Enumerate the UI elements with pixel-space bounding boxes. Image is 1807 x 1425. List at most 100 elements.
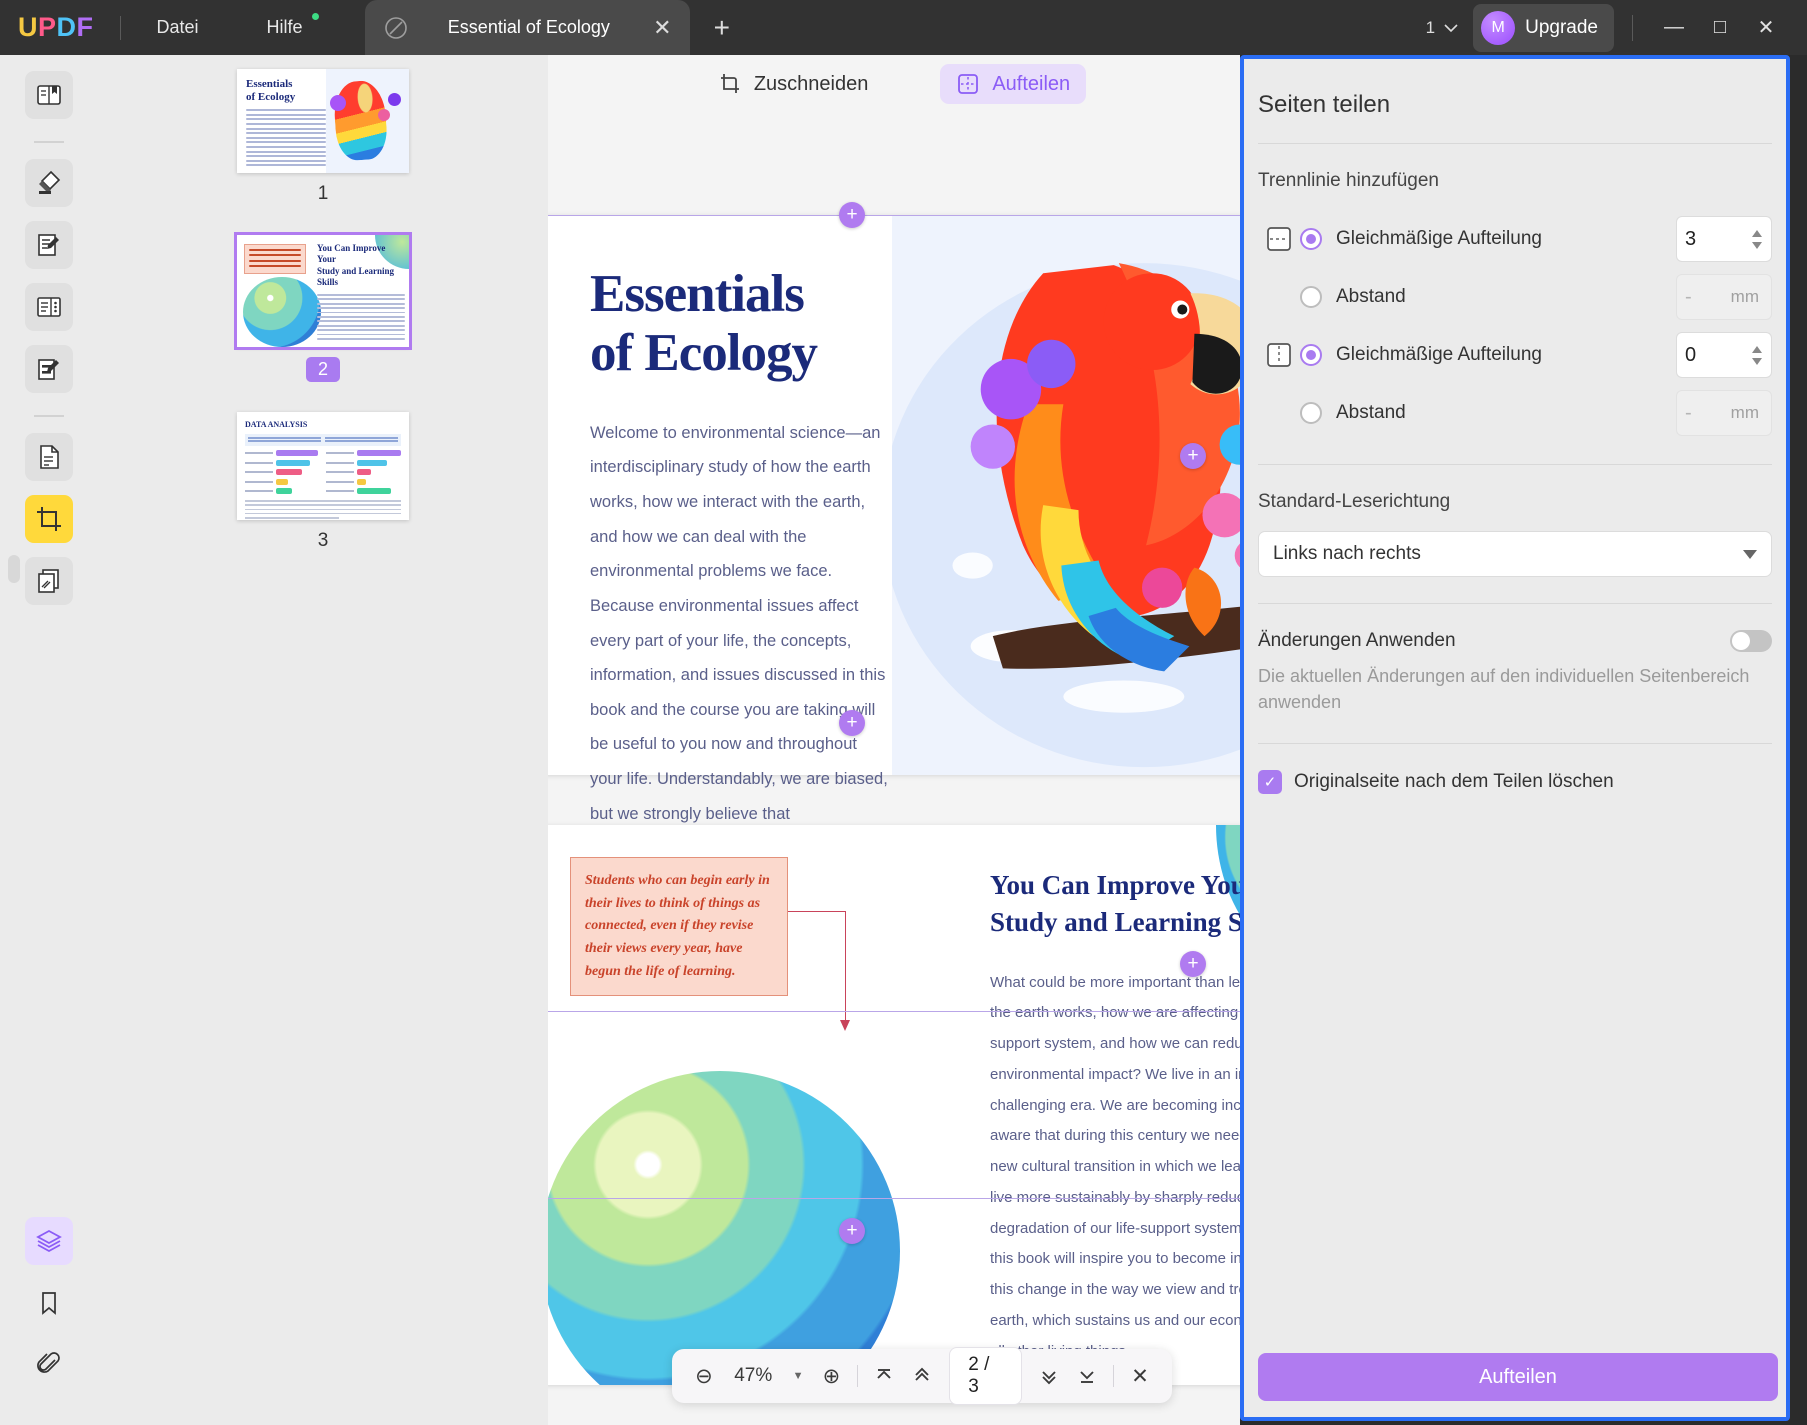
tab-close-icon[interactable]: ✕ <box>653 16 671 39</box>
page-indicator[interactable]: 2 / 3 <box>950 1348 1022 1404</box>
viewer-toolbar[interactable]: ⊖ 47% ▼ ⊕ 2 / 3 ✕ <box>672 1348 1172 1404</box>
sidebar-item-batch[interactable] <box>25 557 73 605</box>
upgrade-button[interactable]: M Upgrade <box>1473 3 1614 52</box>
document-page-1[interactable]: Essentials of Ecology Welcome to environ… <box>548 215 1240 892</box>
split-confirm-button[interactable]: Aufteilen <box>1258 1353 1778 1401</box>
sidebar-item-attachment[interactable] <box>25 1341 73 1389</box>
page1-text-column: Essentials of Ecology Welcome to environ… <box>548 215 892 892</box>
vertical-even-radio[interactable] <box>1300 344 1322 366</box>
document-toolbar: Zuschneiden Aufteilen <box>548 55 1240 113</box>
thumb2-globe <box>243 277 321 347</box>
minimize-button[interactable]: — <box>1651 11 1697 45</box>
sidebar-item-reader[interactable] <box>25 71 73 119</box>
vertical-spacing-unit: mm <box>1730 403 1759 422</box>
maximize-button[interactable]: □ <box>1697 11 1743 45</box>
sidebar-item-layers[interactable] <box>25 1217 73 1265</box>
menu-hilfe[interactable]: Hilfe <box>253 11 319 44</box>
panel-resize-handle[interactable] <box>8 555 20 583</box>
thumbnail-page-3[interactable]: DATA ANALYSIS <box>237 412 409 520</box>
stepper-arrows-icon[interactable] <box>1751 229 1763 249</box>
thumbnail-label-1: 1 <box>317 183 329 204</box>
zoom-level-value[interactable]: 47% <box>724 1365 783 1387</box>
toggle-knob <box>1732 632 1750 650</box>
thumbnail-page-3-preview: DATA ANALYSIS <box>237 412 409 520</box>
split-button[interactable]: Aufteilen <box>940 64 1087 104</box>
next-page-button[interactable] <box>1031 1357 1067 1395</box>
horizontal-spacing-radio[interactable] <box>1300 286 1322 308</box>
thumbnail-panel[interactable]: Essentials of Ecology 1 You Can Improve … <box>98 55 548 1425</box>
apply-changes-label: Änderungen Anwenden <box>1258 630 1456 651</box>
app-logo: U P D F <box>18 12 94 43</box>
sidebar-item-edit-text[interactable] <box>25 221 73 269</box>
titlebar-divider <box>119 15 121 40</box>
document-canvas[interactable]: Essentials of Ecology Welcome to environ… <box>548 113 1240 1425</box>
zoom-dropdown-icon[interactable]: ▼ <box>785 1370 812 1382</box>
apply-changes-row: Änderungen Anwenden <box>1244 604 1786 652</box>
thumbnail-page-1[interactable]: Essentials of Ecology <box>237 69 409 173</box>
vertical-even-value: 0 <box>1685 343 1697 366</box>
rail-divider-1 <box>34 141 64 143</box>
sidebar-item-organize-pages[interactable] <box>25 433 73 481</box>
add-split-handle-top[interactable]: + <box>839 202 865 228</box>
chevron-down-icon <box>1743 549 1757 559</box>
horizontal-even-radio[interactable] <box>1300 228 1322 250</box>
page2-note-arrow-icon <box>788 911 850 1031</box>
horizontal-split-icon <box>1258 223 1300 255</box>
app-body: Essentials of Ecology 1 You Can Improve … <box>0 55 1807 1425</box>
logo-letter-d: D <box>56 12 77 42</box>
rail-divider-2 <box>34 415 64 417</box>
title-bar: U P D F Datei Hilfe Essential of Ecology… <box>0 0 1807 55</box>
document-page-2[interactable]: Students who can begin early in their li… <box>548 825 1240 1385</box>
new-tab-button[interactable]: + <box>714 13 730 42</box>
notification-dot-icon <box>311 13 319 20</box>
vertical-even-stepper[interactable]: 0 <box>1676 332 1772 378</box>
right-panel-region: Seiten teilen Trennlinie hinzufügen Glei… <box>1240 55 1807 1425</box>
sidebar-item-annotate[interactable] <box>25 345 73 393</box>
close-window-button[interactable]: ✕ <box>1743 11 1789 45</box>
horizontal-spacing-input[interactable]: - mm <box>1676 274 1772 320</box>
last-page-button[interactable] <box>1069 1357 1105 1395</box>
page-count-selector[interactable]: 1 <box>1426 18 1459 38</box>
delete-original-row[interactable]: ✓ Originalseite nach dem Teilen löschen <box>1244 744 1786 795</box>
sidebar-item-bookmark[interactable] <box>25 1279 73 1327</box>
split-pages-panel: Seiten teilen Trennlinie hinzufügen Glei… <box>1240 55 1790 1421</box>
page-count-value: 1 <box>1425 17 1436 37</box>
thumbnail-page-2[interactable]: You Can Improve Your Study and Learning S… <box>234 232 412 350</box>
horizontal-even-label: Gleichmäßige Aufteilung <box>1336 227 1542 249</box>
vertical-spacing-radio[interactable] <box>1300 402 1322 424</box>
zoom-in-button[interactable]: ⊕ <box>813 1357 849 1395</box>
close-viewer-bar-button[interactable]: ✕ <box>1122 1357 1158 1395</box>
menu-datei[interactable]: Datei <box>143 11 213 44</box>
crop-button[interactable]: Zuschneiden <box>702 64 885 104</box>
add-split-line-label: Trennlinie hinzufügen <box>1258 170 1439 191</box>
first-page-button[interactable] <box>866 1357 902 1395</box>
prev-page-button[interactable] <box>904 1357 940 1395</box>
document-tab[interactable]: Essential of Ecology ✕ <box>364 0 690 55</box>
delete-original-checkbox[interactable]: ✓ <box>1258 770 1282 795</box>
sidebar-item-crop[interactable] <box>25 495 73 543</box>
sidebar-item-highlighter[interactable] <box>25 159 73 207</box>
thumb3-caption-lines <box>245 500 401 519</box>
thumb3-chart-left <box>245 450 320 498</box>
page2-text-column: You Can Improve Your Study and Learning … <box>990 867 1240 1367</box>
stepper-arrows-icon[interactable] <box>1751 345 1763 365</box>
add-split-handle-page2-right[interactable]: + <box>1180 951 1206 977</box>
zoom-out-button[interactable]: ⊖ <box>686 1357 722 1395</box>
thumb2-title: You Can Improve Your Study and Learning S… <box>317 243 395 287</box>
sidebar-item-form[interactable] <box>25 283 73 331</box>
delete-original-label: Originalseite nach dem Teilen löschen <box>1294 771 1614 793</box>
horizontal-even-stepper[interactable]: 3 <box>1676 216 1772 262</box>
add-split-handle-page2-top[interactable]: + <box>839 710 865 736</box>
upgrade-label: Upgrade <box>1525 16 1598 38</box>
page1-title-line1: Essentials <box>590 265 805 323</box>
reading-direction-select[interactable]: Links nach rechts <box>1258 531 1772 577</box>
vertical-spacing-value: - <box>1685 401 1692 424</box>
vertical-spacing-input[interactable]: - mm <box>1676 390 1772 436</box>
flower-icon <box>378 109 391 121</box>
thumb3-chart-right <box>326 450 401 498</box>
add-split-handle-page1-right[interactable]: + <box>1180 443 1206 469</box>
apply-changes-toggle[interactable] <box>1730 630 1772 652</box>
horizontal-spacing-row: Abstand - mm <box>1244 268 1786 326</box>
add-split-handle-page3-top[interactable]: + <box>839 1218 865 1244</box>
viewer-toolbar-divider-2 <box>1113 1365 1115 1387</box>
